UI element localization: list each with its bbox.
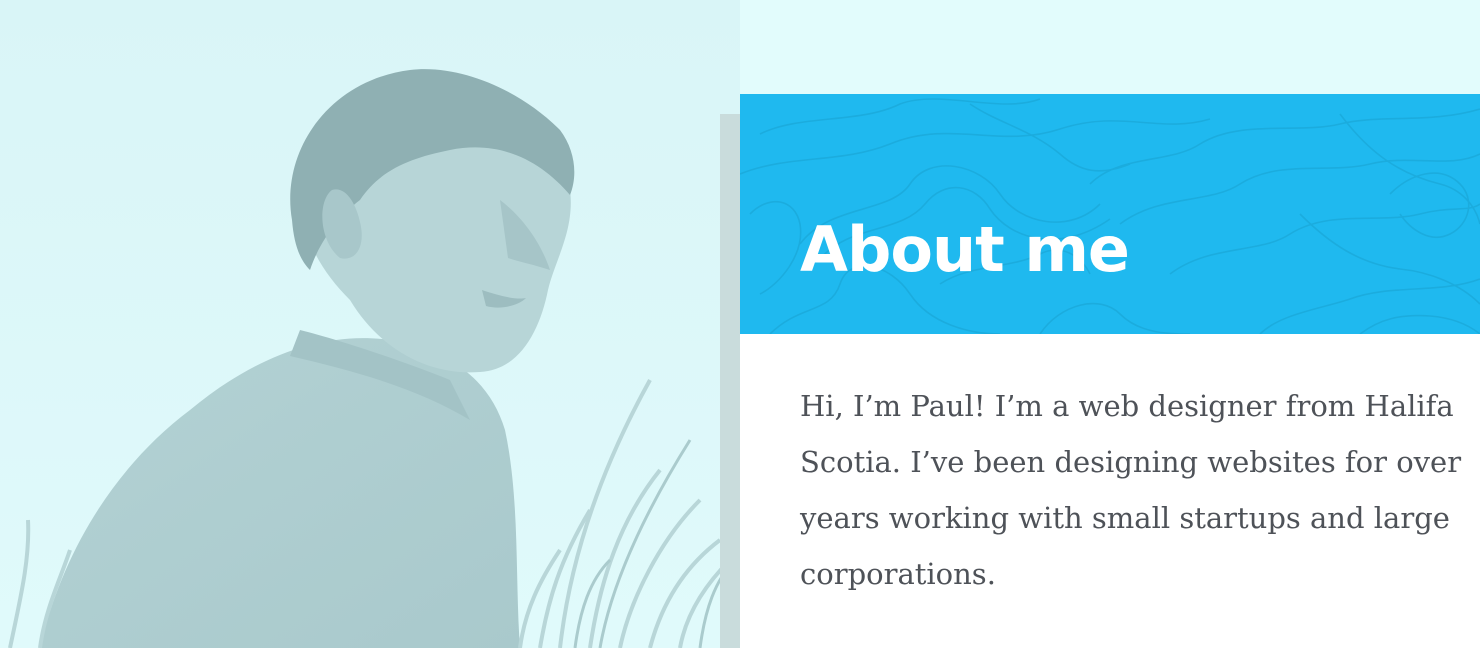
profile-photo	[0, 0, 740, 648]
about-paragraph: Hi, I’m Paul! I’m a web designer from Ha…	[800, 378, 1480, 602]
about-paragraph-line: Hi, I’m Paul! I’m a web designer from Ha…	[800, 389, 1454, 423]
about-body: Hi, I’m Paul! I’m a web designer from Ha…	[740, 334, 1480, 648]
about-paragraph-line: Scotia. I’ve been designing websites for…	[800, 445, 1462, 479]
about-paragraph-line: years working with small startups and la…	[800, 501, 1450, 535]
about-header: About me	[740, 94, 1480, 334]
about-title: About me	[800, 213, 1130, 286]
about-section: About me Hi, I’m Paul! I’m a web designe…	[740, 94, 1480, 648]
about-paragraph-line: corporations.	[800, 557, 996, 591]
